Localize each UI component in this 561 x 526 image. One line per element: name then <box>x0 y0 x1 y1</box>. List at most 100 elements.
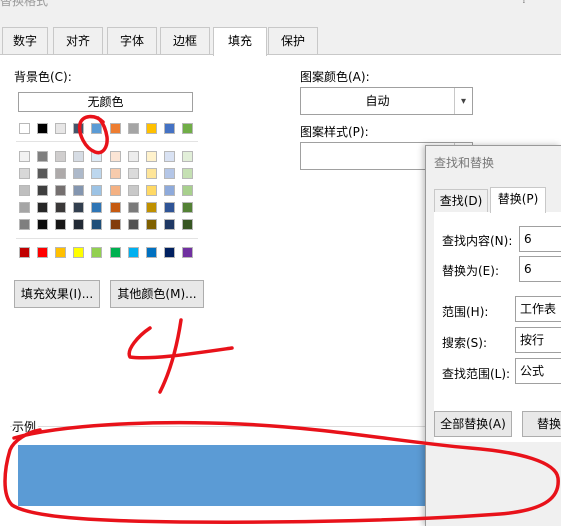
tint-color-swatch[interactable] <box>19 151 30 162</box>
tint-color-swatch[interactable] <box>145 219 157 230</box>
tint-color-swatch[interactable] <box>91 202 103 213</box>
fill-effects-button[interactable]: 填充效果(I)... <box>14 280 100 308</box>
search-order-select[interactable]: 按行 <box>515 327 561 353</box>
tint-color-swatch[interactable] <box>91 151 103 162</box>
replace-label: 替换为(E): <box>442 264 499 278</box>
tint-color-swatch[interactable] <box>55 219 67 230</box>
standard-color-swatch[interactable] <box>181 247 193 258</box>
theme-color-swatch[interactable] <box>145 123 157 134</box>
more-colors-button[interactable]: 其他颜色(M)... <box>110 280 204 308</box>
tint-color-swatch[interactable] <box>127 185 139 196</box>
theme-color-swatch[interactable] <box>127 123 139 134</box>
tab-number[interactable]: 数字 <box>2 27 48 54</box>
look-in-select[interactable]: 公式 <box>515 358 561 384</box>
tint-color-swatch[interactable] <box>109 185 121 196</box>
tint-color-swatch[interactable] <box>73 185 85 196</box>
chevron-down-icon[interactable]: ▾ <box>454 88 472 114</box>
tint-color-swatch[interactable] <box>145 202 157 213</box>
tint-color-swatch[interactable] <box>73 219 85 230</box>
tint-color-swatch[interactable] <box>91 168 103 179</box>
tab-border[interactable]: 边框 <box>160 27 210 54</box>
find-replace-dialog: 查找和替换 查找(D) 替换(P) 查找内容(N): 6 替换为(E): 6 范… <box>425 145 561 526</box>
tint-color-swatch[interactable] <box>37 168 49 179</box>
tint-color-swatch[interactable] <box>127 219 139 230</box>
tint-color-swatch[interactable] <box>109 151 121 162</box>
replace-button[interactable]: 替换 <box>522 411 561 437</box>
tint-color-swatch[interactable] <box>37 185 49 196</box>
tab-font[interactable]: 字体 <box>107 27 157 54</box>
theme-color-swatch[interactable] <box>37 123 49 134</box>
tint-color-swatch[interactable] <box>145 168 157 179</box>
tint-color-swatch[interactable] <box>73 202 85 213</box>
standard-color-swatch[interactable] <box>19 247 30 258</box>
tint-color-swatch[interactable] <box>19 185 30 196</box>
theme-color-swatch[interactable] <box>181 123 193 134</box>
tint-color-swatch[interactable] <box>181 168 193 179</box>
tint-color-swatch[interactable] <box>145 151 157 162</box>
theme-color-swatch[interactable] <box>73 123 85 134</box>
standard-color-swatch[interactable] <box>73 247 85 258</box>
standard-color-swatch[interactable] <box>55 247 67 258</box>
tint-color-swatch[interactable] <box>91 185 103 196</box>
tint-color-swatch[interactable] <box>181 219 193 230</box>
standard-color-swatch[interactable] <box>37 247 49 258</box>
tint-color-swatch[interactable] <box>163 185 175 196</box>
theme-color-swatch[interactable] <box>109 123 121 134</box>
tint-color-swatch[interactable] <box>163 219 175 230</box>
no-color-button[interactable]: 无颜色 <box>18 92 193 112</box>
tint-color-swatch[interactable] <box>127 168 139 179</box>
standard-color-swatch[interactable] <box>91 247 103 258</box>
tint-color-swatch[interactable] <box>55 185 67 196</box>
tab-protection[interactable]: 保护 <box>268 27 318 54</box>
tint-color-swatch[interactable] <box>55 151 67 162</box>
replace-input[interactable]: 6 <box>519 256 561 282</box>
theme-color-swatch[interactable] <box>91 123 103 134</box>
tint-color-swatch[interactable] <box>73 151 85 162</box>
replace-all-button[interactable]: 全部替换(A) <box>434 411 512 437</box>
tint-color-swatch[interactable] <box>19 202 30 213</box>
pattern-color-value: 自动 <box>365 94 390 108</box>
find-replace-title: 查找和替换 <box>434 156 495 170</box>
scope-select[interactable]: 工作表 <box>515 296 561 322</box>
tab-alignment[interactable]: 对齐 <box>53 27 103 54</box>
tint-color-swatch[interactable] <box>19 219 30 230</box>
theme-color-swatch[interactable] <box>163 123 175 134</box>
tint-color-swatch[interactable] <box>181 202 193 213</box>
tint-color-swatch[interactable] <box>55 168 67 179</box>
tint-color-swatch[interactable] <box>127 202 139 213</box>
tint-color-swatch[interactable] <box>37 151 49 162</box>
tint-color-swatch[interactable] <box>163 151 175 162</box>
standard-color-swatch[interactable] <box>163 247 175 258</box>
tint-color-swatch[interactable] <box>109 168 121 179</box>
pattern-color-select[interactable]: 自动 ▾ <box>300 87 473 115</box>
tint-color-swatch[interactable] <box>127 151 139 162</box>
tab-find[interactable]: 查找(D) <box>434 189 488 212</box>
format-cells-dialog: 替换格式 ? 数字 对齐 字体 边框 填充 保护 背景色(C): 无颜色 填充效… <box>0 0 561 526</box>
find-input[interactable]: 6 <box>519 226 561 252</box>
tint-color-swatch[interactable] <box>181 185 193 196</box>
standard-color-swatch[interactable] <box>127 247 139 258</box>
tint-color-swatch[interactable] <box>55 202 67 213</box>
tint-color-swatch[interactable] <box>37 202 49 213</box>
standard-color-swatch[interactable] <box>145 247 157 258</box>
tint-color-swatch[interactable] <box>37 219 49 230</box>
help-icon[interactable]: ? <box>521 0 527 6</box>
look-in-label: 查找范围(L): <box>442 367 511 381</box>
standard-color-swatch[interactable] <box>109 247 121 258</box>
tint-color-swatch[interactable] <box>73 168 85 179</box>
tint-color-swatch[interactable] <box>145 185 157 196</box>
tab-fill[interactable]: 填充 <box>213 27 267 56</box>
theme-color-swatch[interactable] <box>55 123 67 134</box>
tint-color-swatch[interactable] <box>19 168 30 179</box>
tab-replace[interactable]: 替换(P) <box>490 187 546 213</box>
tint-color-swatch[interactable] <box>109 202 121 213</box>
tint-color-swatch[interactable] <box>109 219 121 230</box>
tint-color-swatch[interactable] <box>91 219 103 230</box>
tint-color-swatch[interactable] <box>163 168 175 179</box>
dialog-title: 替换格式 <box>0 0 49 8</box>
theme-color-swatch[interactable] <box>19 123 30 134</box>
tint-color-swatch[interactable] <box>181 151 193 162</box>
tint-color-swatch[interactable] <box>163 202 175 213</box>
find-label: 查找内容(N): <box>442 234 513 248</box>
pattern-style-label: 图案样式(P): <box>300 125 369 139</box>
